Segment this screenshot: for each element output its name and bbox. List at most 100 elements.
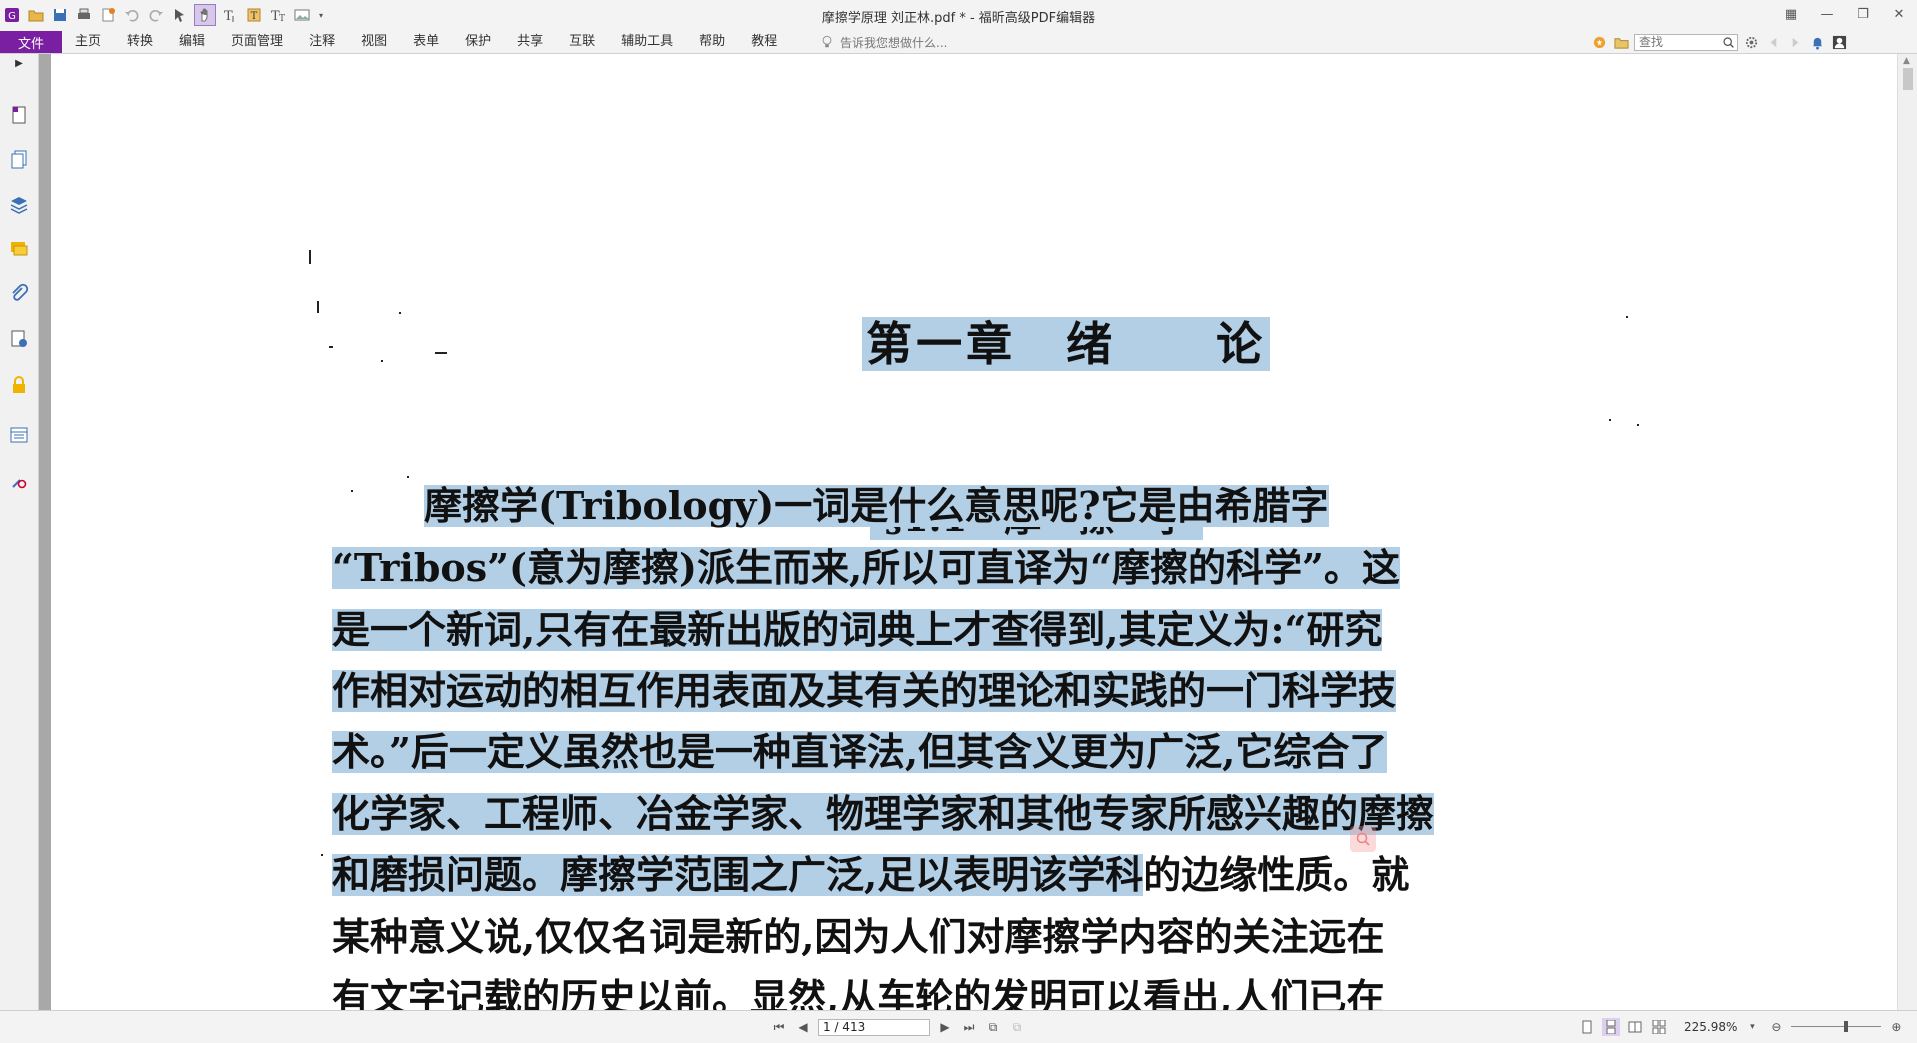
view-tools: 225.98% ▾ ⊖ ⊕ (1578, 1016, 1905, 1038)
close-button[interactable]: ✕ (1881, 0, 1917, 28)
paragraph-line-7: 和磨损问题。摩擦学范围之广泛,足以表明该学科的边缘性质。就 (332, 854, 1409, 896)
layers-icon[interactable] (6, 191, 32, 217)
scan-speck (1609, 419, 1611, 421)
document-view[interactable]: 第一章 绪 论 §1.1 摩 擦 学 摩擦学(Tribology)一词是什么意思… (51, 54, 1897, 1010)
zoom-slider[interactable] (1791, 1018, 1882, 1036)
line-text: 术。”后一定义虽然也是一种直译法,但其含义更为广泛,它综合了 (332, 729, 1388, 774)
previous-page-icon[interactable]: ◀ (794, 1018, 812, 1036)
scan-speck (1626, 316, 1628, 318)
tab-file[interactable]: 文件 (0, 31, 62, 53)
tab-accessibility[interactable]: 辅助工具 (608, 31, 686, 53)
user-account-icon[interactable] (1830, 33, 1848, 51)
signature-icon[interactable] (6, 326, 32, 352)
back-arrow-icon[interactable] (1764, 33, 1782, 51)
scan-speck (309, 250, 311, 264)
tab-organize[interactable]: 页面管理 (218, 31, 296, 53)
chapter-title-text: 第一章 绪 论 (862, 317, 1271, 371)
tab-protect[interactable]: 保护 (452, 31, 504, 53)
paragraph-line-9: 有文字记载的历史以前。显然,从车轮的发明可以看出,人们已在 (332, 975, 1385, 1011)
scan-speck (1637, 424, 1639, 426)
ribbon-tab-bar: 文件 主页 转换 编辑 页面管理 注释 视图 表单 保护 共享 互联 辅助工具 … (0, 31, 1917, 54)
find-folder-icon[interactable] (1612, 33, 1630, 51)
previous-view-icon[interactable]: ⧉ (984, 1018, 1002, 1036)
scroll-thumb[interactable] (1903, 68, 1913, 90)
search-tool-icon[interactable] (6, 468, 32, 494)
page-thumbnail-icon[interactable] (6, 102, 32, 128)
gear-icon[interactable] (1742, 33, 1760, 51)
bell-icon[interactable] (1808, 33, 1826, 51)
lock-icon[interactable] (6, 372, 32, 398)
ribbon-tabs: 主页 转换 编辑 页面管理 注释 视图 表单 保护 共享 互联 辅助工具 帮助 … (62, 31, 790, 53)
next-page-icon[interactable]: ▶ (936, 1018, 954, 1036)
tab-comment[interactable]: 注释 (296, 31, 348, 53)
minimize-button[interactable]: — (1809, 0, 1845, 28)
favorite-icon[interactable] (1590, 33, 1608, 51)
zoom-dropdown-icon[interactable]: ▾ (1743, 1018, 1761, 1036)
paragraph-line-4: 作相对运动的相互作用表面及其有关的理论和实践的一门科学技 (332, 668, 1397, 713)
restore-button[interactable]: ❐ (1845, 0, 1881, 28)
window-controls: ▦ — ❐ ✕ (1773, 0, 1917, 28)
sidebar-splitter[interactable] (39, 54, 51, 1010)
zoom-level[interactable]: 225.98% (1684, 1020, 1737, 1034)
tab-home[interactable]: 主页 (62, 31, 114, 53)
scan-speck (329, 346, 333, 348)
pages-icon[interactable] (6, 146, 32, 172)
status-bar: ⏮ ◀ ▶ ⏭ ⧉ ⧉ 225.98% ▾ ⊖ ⊕ (0, 1010, 1917, 1043)
paragraph-line-5: 术。”后一定义虽然也是一种直译法,但其含义更为广泛,它综合了 (332, 729, 1388, 774)
line-text-highlighted: 和磨损问题。摩擦学范围之广泛,足以表明该学科 (332, 852, 1144, 897)
first-page-icon[interactable]: ⏮ (770, 1018, 788, 1036)
title-bar: G T T TT ▾ 摩擦学原理 刘正林.pdf * - 福昕高级PDF编辑器 … (0, 0, 1917, 31)
paragraph-line-1: 摩擦学(Tribology)一词是什么意思呢?它是由希腊字 (424, 485, 1329, 527)
search-field (1634, 33, 1738, 51)
tab-tutorial[interactable]: 教程 (738, 31, 790, 53)
form-fields-icon[interactable] (6, 422, 32, 448)
ribbon-display-icon[interactable]: ▦ (1773, 0, 1809, 28)
single-page-icon[interactable] (1578, 1018, 1596, 1036)
page-number-input[interactable] (818, 1018, 930, 1036)
line-text: 有文字记载的历史以前。显然,从车轮的发明可以看出,人们已在 (332, 975, 1385, 1011)
zoom-slider-knob[interactable] (1844, 1021, 1849, 1032)
tab-view[interactable]: 视图 (348, 31, 400, 53)
tab-help[interactable]: 帮助 (686, 31, 738, 53)
window-title: 摩擦学原理 刘正林.pdf * - 福昕高级PDF编辑器 (821, 11, 1096, 26)
next-view-icon[interactable]: ⧉ (1008, 1018, 1026, 1036)
attachment-icon[interactable] (6, 281, 32, 307)
tab-connect[interactable]: 互联 (556, 31, 608, 53)
tab-share[interactable]: 共享 (504, 31, 556, 53)
tell-me-text: 告诉我您想做什么... (840, 35, 948, 50)
scroll-up-icon[interactable]: ▲ (1903, 56, 1910, 66)
scan-speck (351, 490, 353, 492)
continuous-page-icon[interactable] (1602, 1018, 1620, 1036)
search-marker-icon[interactable] (1350, 826, 1376, 852)
scan-speck (381, 360, 383, 362)
scan-speck (407, 476, 409, 478)
paragraph-line-2: “Tribos”(意为摩擦)派生而来,所以可直译为“摩擦的科学”。这 (332, 547, 1400, 589)
navigation-sidebar: ▶ (0, 54, 39, 1010)
tab-form[interactable]: 表单 (400, 31, 452, 53)
paragraph-line-8: 某种意义说,仅仅名词是新的,因为人们对摩擦学内容的关注远在 (332, 916, 1384, 958)
forward-arrow-icon[interactable] (1786, 33, 1804, 51)
paragraph-line-6: 化学家、工程师、冶金学家、物理学家和其他专家所感兴趣的摩擦 (332, 791, 1435, 836)
zoom-in-icon[interactable]: ⊕ (1887, 1018, 1905, 1036)
chapter-title: 第一章 绪 论 (782, 268, 1271, 371)
line-text: 某种意义说,仅仅名词是新的,因为人们对摩擦学内容的关注远在 (332, 914, 1385, 959)
scan-speck (399, 312, 401, 314)
expand-panel-icon[interactable]: ▶ (6, 54, 32, 72)
comments-icon[interactable] (6, 236, 32, 262)
tab-convert[interactable]: 转换 (114, 31, 166, 53)
ribbon-right-tools (1590, 31, 1848, 53)
scan-speck (321, 854, 323, 856)
continuous-facing-icon[interactable] (1650, 1018, 1668, 1036)
last-page-icon[interactable]: ⏭ (960, 1018, 978, 1036)
tell-me-box[interactable]: 告诉我您想做什么... (820, 31, 947, 53)
line-text: 化学家、工程师、冶金学家、物理学家和其他专家所感兴趣的摩擦 (332, 791, 1435, 836)
line-text-plain: 的边缘性质。就 (1143, 852, 1410, 897)
facing-page-icon[interactable] (1626, 1018, 1644, 1036)
zoom-out-icon[interactable]: ⊖ (1767, 1018, 1785, 1036)
lightbulb-icon (822, 35, 832, 48)
tab-edit[interactable]: 编辑 (166, 31, 218, 53)
search-icon[interactable] (1722, 36, 1735, 49)
line-text: 作相对运动的相互作用表面及其有关的理论和实践的一门科学技 (332, 668, 1397, 713)
vertical-scrollbar[interactable]: ▲ (1897, 54, 1917, 1010)
scan-speck (435, 352, 447, 354)
